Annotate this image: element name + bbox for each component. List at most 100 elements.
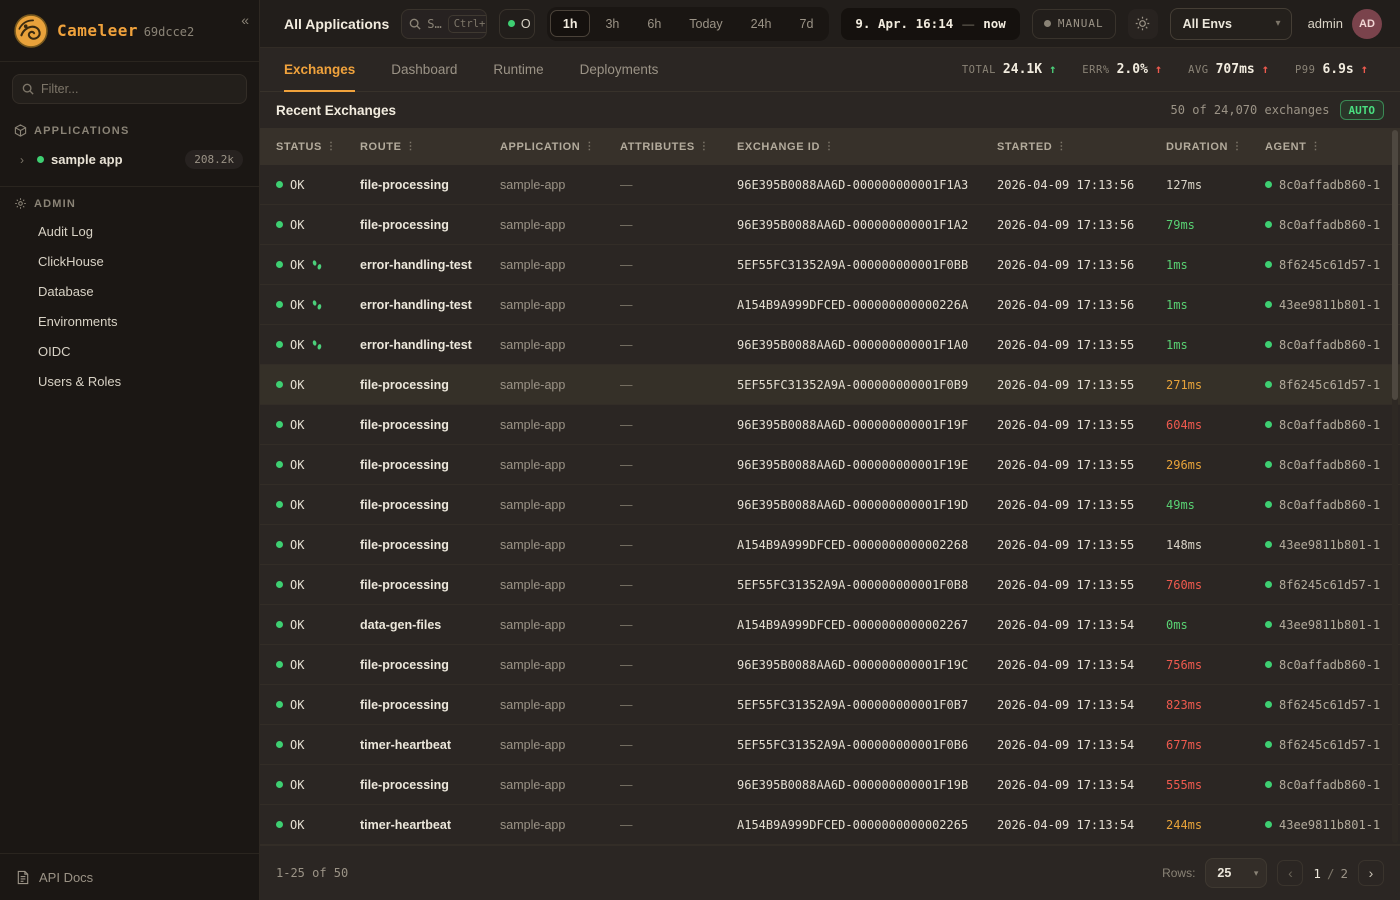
exchange-id-cell[interactable]: 96E395B0088AA6D-000000000001F19B: [721, 778, 981, 792]
route-cell[interactable]: file-processing: [344, 778, 484, 792]
route-cell[interactable]: file-processing: [344, 578, 484, 592]
time-range-1h[interactable]: 1h: [550, 10, 591, 37]
table-row[interactable]: OK file-processing sample-app — 5EF55FC3…: [260, 365, 1400, 405]
exchange-id-cell[interactable]: 96E395B0088AA6D-000000000001F1A0: [721, 338, 981, 352]
route-cell[interactable]: file-processing: [344, 178, 484, 192]
exchange-id-cell[interactable]: 96E395B0088AA6D-000000000001F1A2: [721, 218, 981, 232]
table-row[interactable]: OK file-processing sample-app — 96E395B0…: [260, 205, 1400, 245]
time-range-3h[interactable]: 3h: [592, 10, 632, 37]
sort-icon[interactable]: ⋮: [406, 141, 417, 152]
exchange-id-cell[interactable]: A154B9A999DFCED-000000000000226A: [721, 298, 981, 312]
sort-icon[interactable]: ⋮: [326, 141, 337, 152]
time-range-today[interactable]: Today: [676, 10, 735, 37]
route-cell[interactable]: file-processing: [344, 698, 484, 712]
route-cell[interactable]: file-processing: [344, 538, 484, 552]
exchange-id-cell[interactable]: 5EF55FC31352A9A-000000000001F0B6: [721, 738, 981, 752]
table-row[interactable]: OK timer-heartbeat sample-app — 5EF55FC3…: [260, 725, 1400, 765]
time-range-6h[interactable]: 6h: [634, 10, 674, 37]
column-header-application[interactable]: APPLICATION⋮: [484, 141, 604, 153]
sort-icon[interactable]: ⋮: [584, 141, 595, 152]
sort-icon[interactable]: ⋮: [699, 141, 710, 152]
table-row[interactable]: OK file-processing sample-app — 5EF55FC3…: [260, 685, 1400, 725]
sort-icon[interactable]: ⋮: [824, 141, 835, 152]
table-row[interactable]: OK file-processing sample-app — 5EF55FC3…: [260, 565, 1400, 605]
sidebar-collapse-icon[interactable]: «: [241, 12, 249, 28]
user-menu[interactable]: admin AD: [1308, 9, 1382, 39]
sort-icon[interactable]: ⋮: [1232, 141, 1243, 152]
column-header-status[interactable]: STATUS⋮: [260, 141, 344, 153]
sidebar-item-sample-app[interactable]: › sample app 208.2k: [0, 143, 259, 176]
route-cell[interactable]: error-handling-test: [344, 298, 484, 312]
sidebar-item-oidc[interactable]: OIDC: [0, 337, 259, 366]
route-cell[interactable]: file-processing: [344, 658, 484, 672]
column-header-agent[interactable]: AGENT⋮: [1249, 141, 1400, 153]
sort-icon[interactable]: ⋮: [1311, 141, 1322, 152]
prev-page-button[interactable]: ‹: [1277, 860, 1303, 886]
rows-per-page-select[interactable]: 25 ▾: [1205, 858, 1267, 888]
date-range-display[interactable]: 9. Apr. 16:14 — now: [841, 8, 1019, 40]
table-row[interactable]: OK error-handling-test sample-app — 96E3…: [260, 325, 1400, 365]
exchange-id-cell[interactable]: A154B9A999DFCED-0000000000002265: [721, 818, 981, 832]
sort-icon[interactable]: ⋮: [1056, 141, 1067, 152]
route-cell[interactable]: file-processing: [344, 418, 484, 432]
route-cell[interactable]: file-processing: [344, 378, 484, 392]
route-cell[interactable]: data-gen-files: [344, 618, 484, 632]
exchange-id-cell[interactable]: 96E395B0088AA6D-000000000001F19C: [721, 658, 981, 672]
sidebar-item-audit-log[interactable]: Audit Log: [0, 217, 259, 246]
route-cell[interactable]: error-handling-test: [344, 258, 484, 272]
time-range-7d[interactable]: 7d: [787, 10, 827, 37]
column-header-attributes[interactable]: ATTRIBUTES⋮: [604, 141, 721, 153]
route-cell[interactable]: error-handling-test: [344, 338, 484, 352]
auto-refresh-badge[interactable]: AUTO: [1340, 100, 1385, 120]
exchange-id-cell[interactable]: 5EF55FC31352A9A-000000000001F0BB: [721, 258, 981, 272]
global-search[interactable]: S… Ctrl+K: [401, 9, 487, 39]
table-row[interactable]: OK data-gen-files sample-app — A154B9A99…: [260, 605, 1400, 645]
table-row[interactable]: OK timer-heartbeat sample-app — A154B9A9…: [260, 805, 1400, 845]
table-row[interactable]: OK error-handling-test sample-app — 5EF5…: [260, 245, 1400, 285]
exchange-id-cell[interactable]: 96E395B0088AA6D-000000000001F19F: [721, 418, 981, 432]
column-header-duration[interactable]: DURATION⋮: [1150, 141, 1249, 153]
environment-select[interactable]: All Envs ▾: [1170, 8, 1292, 40]
table-scrollbar[interactable]: [1392, 130, 1398, 843]
exchange-id-cell[interactable]: A154B9A999DFCED-0000000000002267: [721, 618, 981, 632]
column-header-exchange-id[interactable]: EXCHANGE ID⋮: [721, 141, 981, 153]
tab-dashboard[interactable]: Dashboard: [391, 48, 457, 92]
tab-deployments[interactable]: Deployments: [580, 48, 659, 92]
exchange-id-cell[interactable]: 96E395B0088AA6D-000000000001F19E: [721, 458, 981, 472]
table-row[interactable]: OK file-processing sample-app — 96E395B0…: [260, 645, 1400, 685]
time-range-24h[interactable]: 24h: [738, 10, 785, 37]
table-row[interactable]: OK file-processing sample-app — 96E395B0…: [260, 485, 1400, 525]
exchange-id-cell[interactable]: 5EF55FC31352A9A-000000000001F0B9: [721, 378, 981, 392]
expand-chevron-icon[interactable]: ›: [20, 153, 30, 167]
exchange-id-cell[interactable]: 5EF55FC31352A9A-000000000001F0B7: [721, 698, 981, 712]
next-page-button[interactable]: ›: [1358, 860, 1384, 886]
tab-runtime[interactable]: Runtime: [493, 48, 543, 92]
api-docs-link[interactable]: API Docs: [0, 853, 259, 900]
table-row[interactable]: OK file-processing sample-app — 96E395B0…: [260, 765, 1400, 805]
avatar[interactable]: AD: [1352, 9, 1382, 39]
theme-toggle-button[interactable]: [1128, 9, 1158, 39]
table-row[interactable]: OK file-processing sample-app — 96E395B0…: [260, 445, 1400, 485]
sidebar-item-database[interactable]: Database: [0, 277, 259, 306]
exchange-id-cell[interactable]: 96E395B0088AA6D-000000000001F1A3: [721, 178, 981, 192]
table-row[interactable]: OK error-handling-test sample-app — A154…: [260, 285, 1400, 325]
table-row[interactable]: OK file-processing sample-app — 96E395B0…: [260, 405, 1400, 445]
route-cell[interactable]: file-processing: [344, 498, 484, 512]
table-row[interactable]: OK file-processing sample-app — 96E395B0…: [260, 165, 1400, 205]
sidebar-item-users-roles[interactable]: Users & Roles: [0, 367, 259, 396]
exchange-id-cell[interactable]: 96E395B0088AA6D-000000000001F19D: [721, 498, 981, 512]
route-cell[interactable]: timer-heartbeat: [344, 818, 484, 832]
scrollbar-thumb[interactable]: [1392, 130, 1398, 400]
sidebar-item-clickhouse[interactable]: ClickHouse: [0, 247, 259, 276]
live-status-button[interactable]: O: [499, 9, 535, 39]
sidebar-item-environments[interactable]: Environments: [0, 307, 259, 336]
manual-refresh-button[interactable]: MANUAL: [1032, 9, 1116, 39]
route-cell[interactable]: file-processing: [344, 218, 484, 232]
tab-exchanges[interactable]: Exchanges: [284, 48, 355, 92]
route-cell[interactable]: timer-heartbeat: [344, 738, 484, 752]
exchange-id-cell[interactable]: A154B9A999DFCED-0000000000002268: [721, 538, 981, 552]
column-header-started[interactable]: STARTED⋮: [981, 141, 1150, 153]
exchange-id-cell[interactable]: 5EF55FC31352A9A-000000000001F0B8: [721, 578, 981, 592]
sidebar-filter[interactable]: [12, 74, 247, 104]
table-row[interactable]: OK file-processing sample-app — A154B9A9…: [260, 525, 1400, 565]
